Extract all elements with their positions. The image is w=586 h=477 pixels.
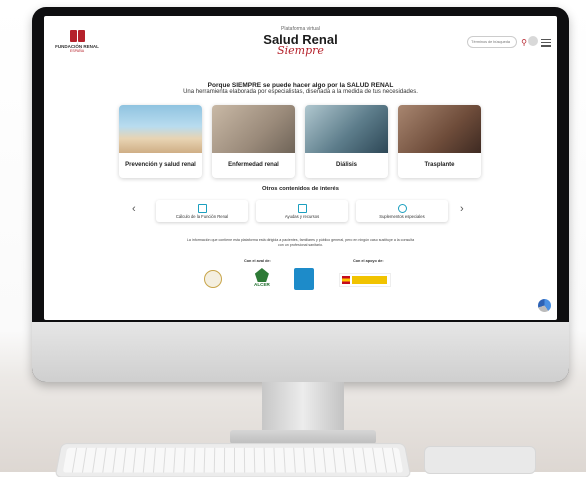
alcer-mark-icon [254, 268, 269, 282]
intro-subline: Una herramienta elaborada por especialis… [183, 89, 418, 95]
apoyo-title: Con el apoyo de: [353, 259, 384, 263]
disclaimer-text: La información que contiene esta platafo… [186, 238, 415, 247]
intro-headline: Porque SIEMPRE se puede hacer algo por l… [207, 82, 394, 89]
topic-cards: Prevención y salud renal Enfermedad rena… [119, 105, 481, 178]
hamburger-menu-icon[interactable] [541, 37, 551, 49]
search-bar: ⚲ [467, 36, 527, 48]
link-suplementos[interactable]: Suplementos especiales [356, 200, 448, 222]
link-label: Suplementos especiales [379, 213, 425, 219]
alcer-logo: ALCER [254, 268, 270, 287]
search-icon[interactable]: ⚲ [521, 38, 527, 47]
recaptcha-icon[interactable] [538, 299, 551, 312]
card-image [212, 105, 295, 153]
card-enfermedad-renal[interactable]: Enfermedad renal [212, 105, 295, 178]
alcer-name: ALCER [254, 282, 270, 287]
link-label: Ayudas y recursos [284, 213, 320, 219]
user-avatar[interactable] [528, 36, 538, 46]
keyboard-keys [62, 447, 404, 473]
calculator-icon [197, 203, 207, 213]
screen: FUNDACIÓN RENAL ESPAÑA Plataforma virtua… [44, 16, 557, 320]
spain-flag-icon [342, 276, 350, 284]
card-label: Prevención y salud renal [125, 162, 196, 168]
ministry-banner [352, 276, 387, 284]
card-label: Enfermedad renal [228, 162, 279, 168]
document-icon [297, 203, 307, 213]
partner-logo-blue [294, 268, 314, 290]
card-dialisis[interactable]: Diálisis [305, 105, 388, 178]
intro: Porque SIEMPRE se puede hacer algo por l… [44, 82, 557, 95]
card-image [398, 105, 481, 153]
site-header: FUNDACIÓN RENAL ESPAÑA Plataforma virtua… [44, 16, 557, 66]
monitor-stand-base [230, 430, 376, 444]
carousel-prev-arrow-icon[interactable]: ‹ [132, 203, 136, 215]
card-label: Diálisis [335, 162, 357, 168]
card-prevencion[interactable]: Prevención y salud renal [119, 105, 202, 178]
card-image [305, 105, 388, 153]
carousel-next-arrow-icon[interactable]: › [460, 203, 464, 215]
otros-title: Otros contenidos de interés [262, 186, 339, 192]
monitor-stand [262, 382, 344, 434]
link-ayudas-recursos[interactable]: Ayudas y recursos [256, 200, 348, 222]
card-trasplante[interactable]: Trasplante [398, 105, 481, 178]
trackpad [424, 446, 536, 474]
otros-links: Cálculo de la Función Renal Ayudas y rec… [156, 200, 448, 222]
link-calculo-funcion-renal[interactable]: Cálculo de la Función Renal [156, 200, 248, 222]
globe-icon [397, 203, 407, 213]
monitor-chin [32, 322, 569, 382]
search-input[interactable] [467, 36, 518, 48]
link-label: Cálculo de la Función Renal [175, 213, 229, 219]
gobierno-espana-logo [339, 273, 391, 287]
card-label: Trasplante [424, 162, 455, 168]
card-image [119, 105, 202, 153]
aval-title: Con el aval de: [244, 259, 271, 263]
society-seal-logo [204, 270, 222, 288]
